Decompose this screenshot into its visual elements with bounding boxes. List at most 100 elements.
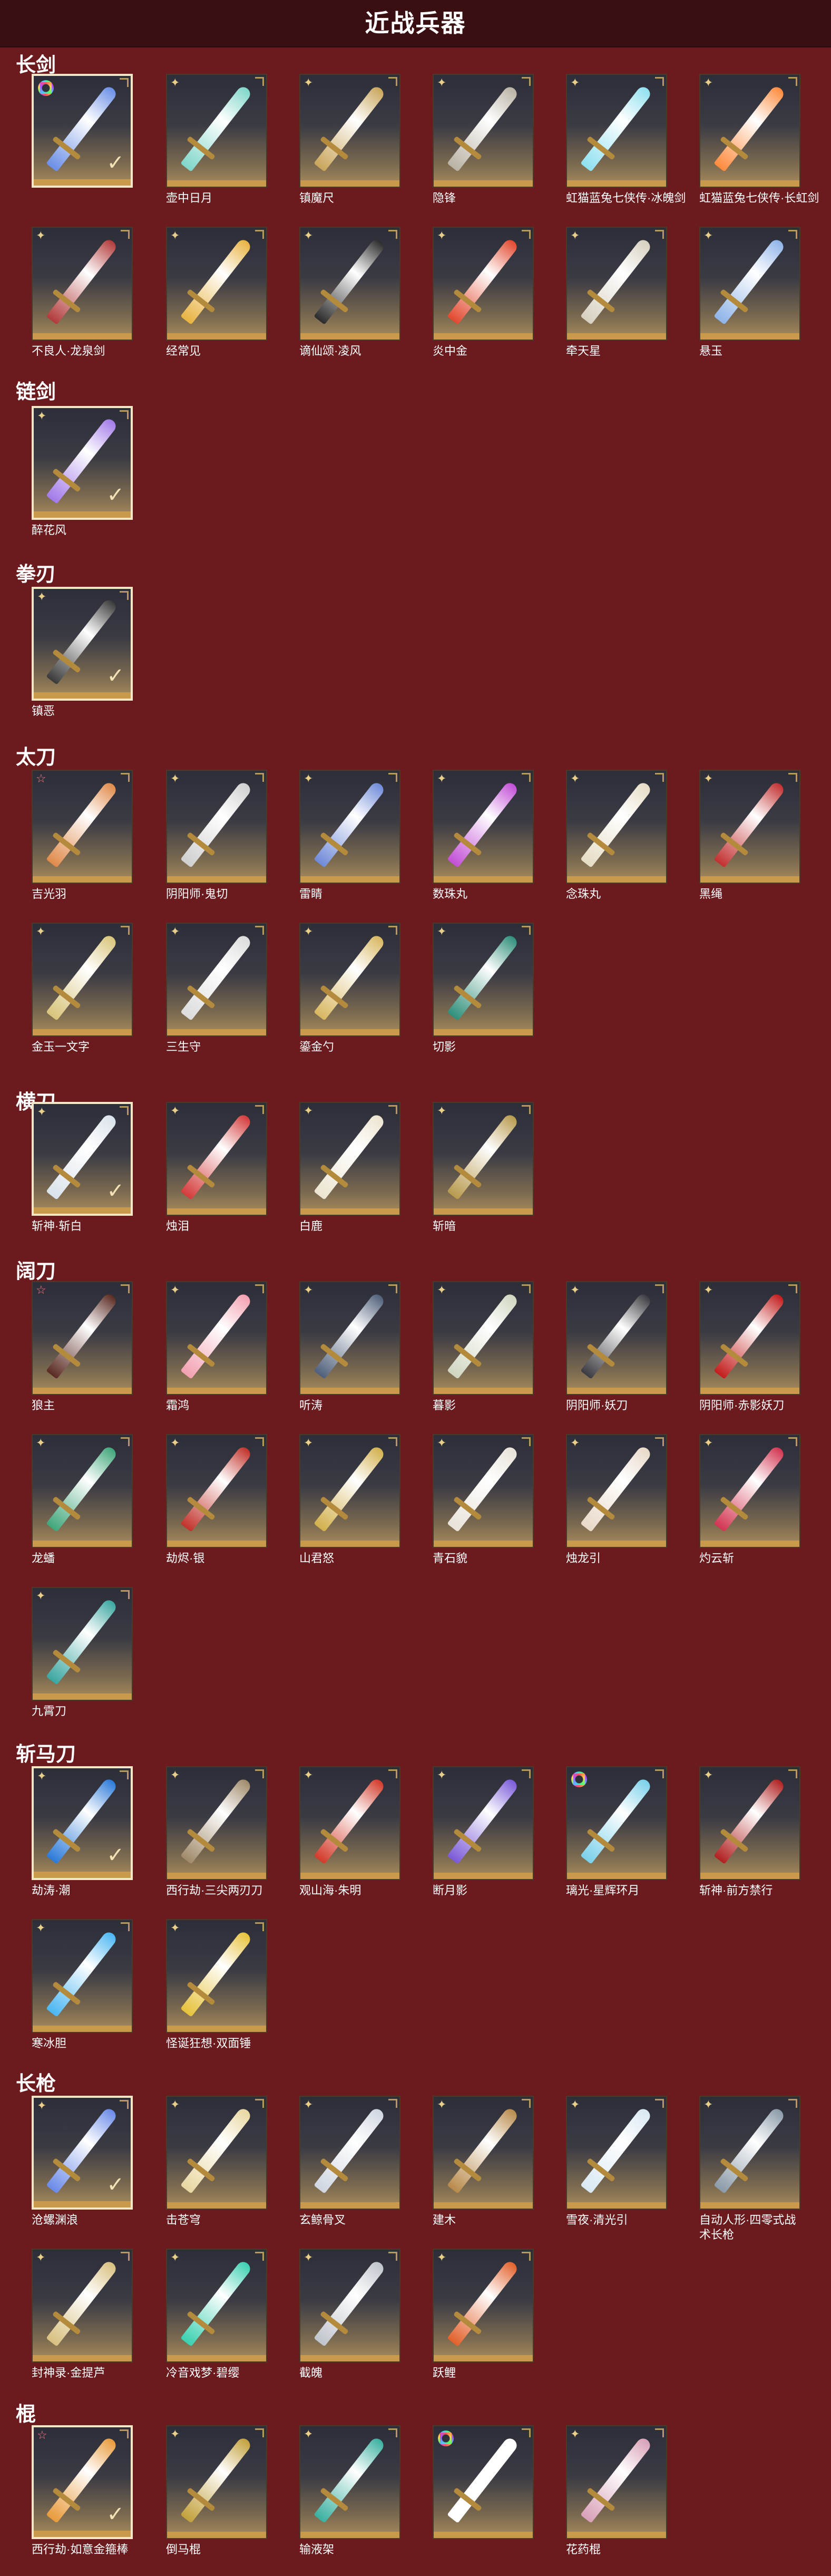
weapon-card[interactable]: ✦ 击苍穹: [166, 2096, 267, 2226]
weapon-card[interactable]: ✦ 白鹿: [299, 1102, 400, 1233]
weapon-card[interactable]: ✦ 炎中金: [433, 227, 534, 357]
weapon-card[interactable]: ✦ 劫烬·银: [166, 1434, 267, 1565]
corner-ornament-icon: [522, 773, 531, 782]
weapon-name: 寒冰胆: [32, 2037, 67, 2050]
weapon-card[interactable]: ✦ 切影: [433, 923, 534, 1053]
checkmark-icon: ✓: [106, 2173, 124, 2196]
corner-ornament-icon: [788, 2099, 797, 2108]
weapon-card[interactable]: ✦ 阴阳师·鬼切: [166, 770, 267, 900]
weapon-card[interactable]: ✦ 输液架: [299, 2425, 400, 2556]
weapon-thumbnail: ✦: [166, 1766, 267, 1880]
weapon-card[interactable]: ✦ ✓ 醉花风: [32, 406, 133, 537]
weapon-card[interactable]: ✦ 山君怒: [299, 1434, 400, 1565]
weapon-thumbnail: ✦: [299, 2096, 400, 2210]
weapon-card[interactable]: ✦ 阴阳师·妖刀: [566, 1281, 667, 1412]
corner-ornament-icon: [388, 2099, 397, 2108]
weapon-card[interactable]: 璃光·星辉环月: [566, 1766, 667, 1897]
weapon-card[interactable]: ✦ 自动人形·四零式战术长枪: [699, 2096, 800, 2241]
weapon-card[interactable]: ✦ 虹猫蓝兔七侠传·长虹剑: [699, 74, 819, 205]
weapon-card[interactable]: ✦ 青石貌: [433, 1434, 534, 1565]
weapon-card[interactable]: ✦ 观山海·朱明: [299, 1766, 400, 1897]
weapon-card[interactable]: ✦ ✓ 斩神·斩白: [32, 1102, 133, 1233]
weapon-card[interactable]: ✦ 冷音戏梦·碧缨: [166, 2249, 267, 2379]
section-title: 长枪: [16, 2073, 56, 2095]
weapon-card[interactable]: ✦ 牵天星: [566, 227, 667, 357]
sparkle-rarity-icon: ✦: [304, 1283, 314, 1296]
weapon-card[interactable]: ✦ 跃鲤: [433, 2249, 534, 2379]
weapon-name: 悬玉: [699, 344, 723, 357]
weapon-card[interactable]: ✦ 灼云斩: [699, 1434, 800, 1565]
weapon-thumbnail: ✦: [433, 2096, 534, 2210]
weapon-image: [447, 2259, 520, 2347]
weapon-card[interactable]: ☆ 狼主: [32, 1281, 133, 1412]
weapon-card[interactable]: ✦ 封神录·金提芦: [32, 2249, 133, 2379]
corner-ornament-icon: [255, 1105, 264, 1114]
weapon-image: [314, 84, 386, 172]
weapon-card[interactable]: ✦ 斩神·前方禁行: [699, 1766, 800, 1897]
weapon-card[interactable]: ✦ 倒马棍: [166, 2425, 267, 2556]
weapon-card[interactable]: ✦ 暮影: [433, 1281, 534, 1412]
weapon-image: [46, 1597, 119, 1685]
weapon-card[interactable]: ✦ 怪诞狂想·双面锤: [166, 1919, 267, 2050]
weapon-card[interactable]: [433, 2425, 534, 2546]
weapon-card[interactable]: ✦ 龙蟠: [32, 1434, 133, 1565]
section-title: 斩马刀: [16, 1744, 76, 1766]
weapon-card[interactable]: ✦ 烛泪: [166, 1102, 267, 1233]
weapon-card[interactable]: ✦ 虹猫蓝兔七侠传·冰魄剑: [566, 74, 686, 205]
weapon-card[interactable]: ✦ 数珠丸: [433, 770, 534, 900]
weapon-card[interactable]: ✦ 玄鲸骨叉: [299, 2096, 400, 2226]
weapon-card[interactable]: ✦ 花药棍: [566, 2425, 667, 2556]
weapon-card[interactable]: ✦ 建木: [433, 2096, 534, 2226]
weapon-card[interactable]: ✦ 壶中日月: [166, 74, 267, 205]
weapon-card[interactable]: ✦ 三生守: [166, 923, 267, 1053]
weapon-card[interactable]: ✦ 雪夜·清光引: [566, 2096, 667, 2226]
weapon-card[interactable]: ✦ 阴阳师·赤影妖刀: [699, 1281, 800, 1412]
weapon-image: [180, 933, 253, 1021]
weapon-thumbnail: ✦: [166, 2425, 267, 2539]
weapon-name: 怪诞狂想·双面锤: [166, 2037, 251, 2050]
weapon-card[interactable]: ✦ 西行劫·三尖两刃刀: [166, 1766, 267, 1897]
weapon-card[interactable]: ✦ 断月影: [433, 1766, 534, 1897]
weapon-card[interactable]: ✦ 烛龙引: [566, 1434, 667, 1565]
sparkle-rarity-icon: ✦: [703, 1768, 713, 1781]
weapon-thumbnail: ✦ ✓: [32, 1102, 133, 1216]
weapon-card[interactable]: ✦ 鎏金勺: [299, 923, 400, 1053]
sparkle-rarity-icon: ✦: [36, 1589, 46, 1602]
weapon-card[interactable]: ✦ 悬玉: [699, 227, 800, 357]
weapon-name: 沧螺渊浪: [32, 2213, 79, 2226]
weapon-card[interactable]: ✦ 镇魔尺: [299, 74, 400, 205]
weapon-card[interactable]: ✦ ✓ 劫涛·潮: [32, 1766, 133, 1897]
weapon-card[interactable]: ✓: [32, 74, 133, 195]
sparkle-rarity-icon: ✦: [437, 229, 447, 242]
weapon-name: 建木: [433, 2213, 456, 2226]
sparkle-rarity-icon: ✦: [304, 76, 314, 89]
weapon-card[interactable]: ✦ 九霄刀: [32, 1587, 133, 1718]
weapon-card[interactable]: ✦ 不良人·龙泉剑: [32, 227, 133, 357]
sparkle-rarity-icon: ✦: [703, 229, 713, 242]
weapon-card[interactable]: ✦ ✓ 沧螺渊浪: [32, 2096, 133, 2226]
weapon-card[interactable]: ☆ ✓ 西行劫·如意金箍棒: [32, 2425, 133, 2556]
weapon-card[interactable]: ✦ 念珠丸: [566, 770, 667, 900]
weapon-card[interactable]: ✦ 霜鸿: [166, 1281, 267, 1412]
corner-ornament-icon: [255, 1284, 264, 1293]
weapon-card[interactable]: ✦ 听涛: [299, 1281, 400, 1412]
weapon-card[interactable]: ✦ 金玉一文字: [32, 923, 133, 1053]
weapon-card[interactable]: ☆ 吉光羽: [32, 770, 133, 900]
weapon-card[interactable]: ✦ 雷睛: [299, 770, 400, 900]
star-rarity-icon: ☆: [36, 1283, 46, 1296]
weapon-image: [580, 1445, 653, 1532]
weapon-name: 玄鲸骨叉: [299, 2213, 346, 2226]
weapon-card[interactable]: ✦ 隐锋: [433, 74, 534, 205]
weapon-thumbnail: ✦: [299, 227, 400, 341]
weapon-card[interactable]: ✦ 寒冰胆: [32, 1919, 133, 2050]
weapon-card[interactable]: ✦ 斩暗: [433, 1102, 534, 1233]
weapon-thumbnail: ✦: [299, 1766, 400, 1880]
weapon-card[interactable]: ✦ 经常见: [166, 227, 267, 357]
weapon-card[interactable]: ✦ 谪仙颂·凌风: [299, 227, 400, 357]
sparkle-rarity-icon: ✦: [437, 772, 447, 785]
weapon-card[interactable]: ✦ ✓ 镇恶: [32, 587, 133, 718]
weapon-card[interactable]: ✦ 黑绳: [699, 770, 800, 900]
weapon-card[interactable]: ✦ 截魄: [299, 2249, 400, 2379]
sparkle-rarity-icon: ✦: [36, 229, 46, 242]
weapon-image: [447, 1445, 520, 1532]
